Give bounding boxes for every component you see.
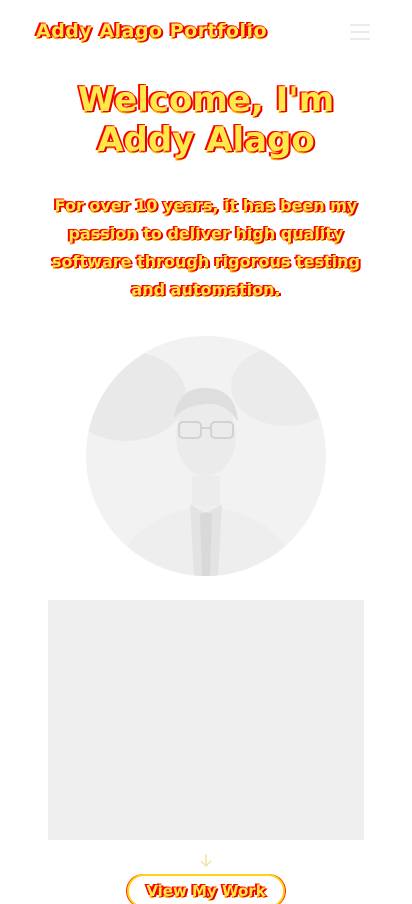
menu-bar [350,31,370,33]
hero-title: Welcome, I'm Addy Alago [0,80,412,160]
menu-bar [350,38,370,40]
hero-title-line-2: Addy Alago [97,120,315,160]
profile-photo [86,336,326,576]
intro-paragraph: For over 10 years, it has been my passio… [52,196,360,299]
hero-title-line-1: Welcome, I'm [77,80,335,120]
arrow-down-icon [200,854,212,868]
profile-avatar [86,336,326,576]
brand-title[interactable]: Addy Alago Portfolio [36,20,267,42]
view-my-work-button[interactable]: View My Work [127,874,285,904]
hamburger-menu-icon[interactable] [350,24,370,40]
top-nav: Addy Alago Portfolio [0,0,412,64]
media-placeholder [48,600,364,840]
menu-bar [350,24,370,26]
